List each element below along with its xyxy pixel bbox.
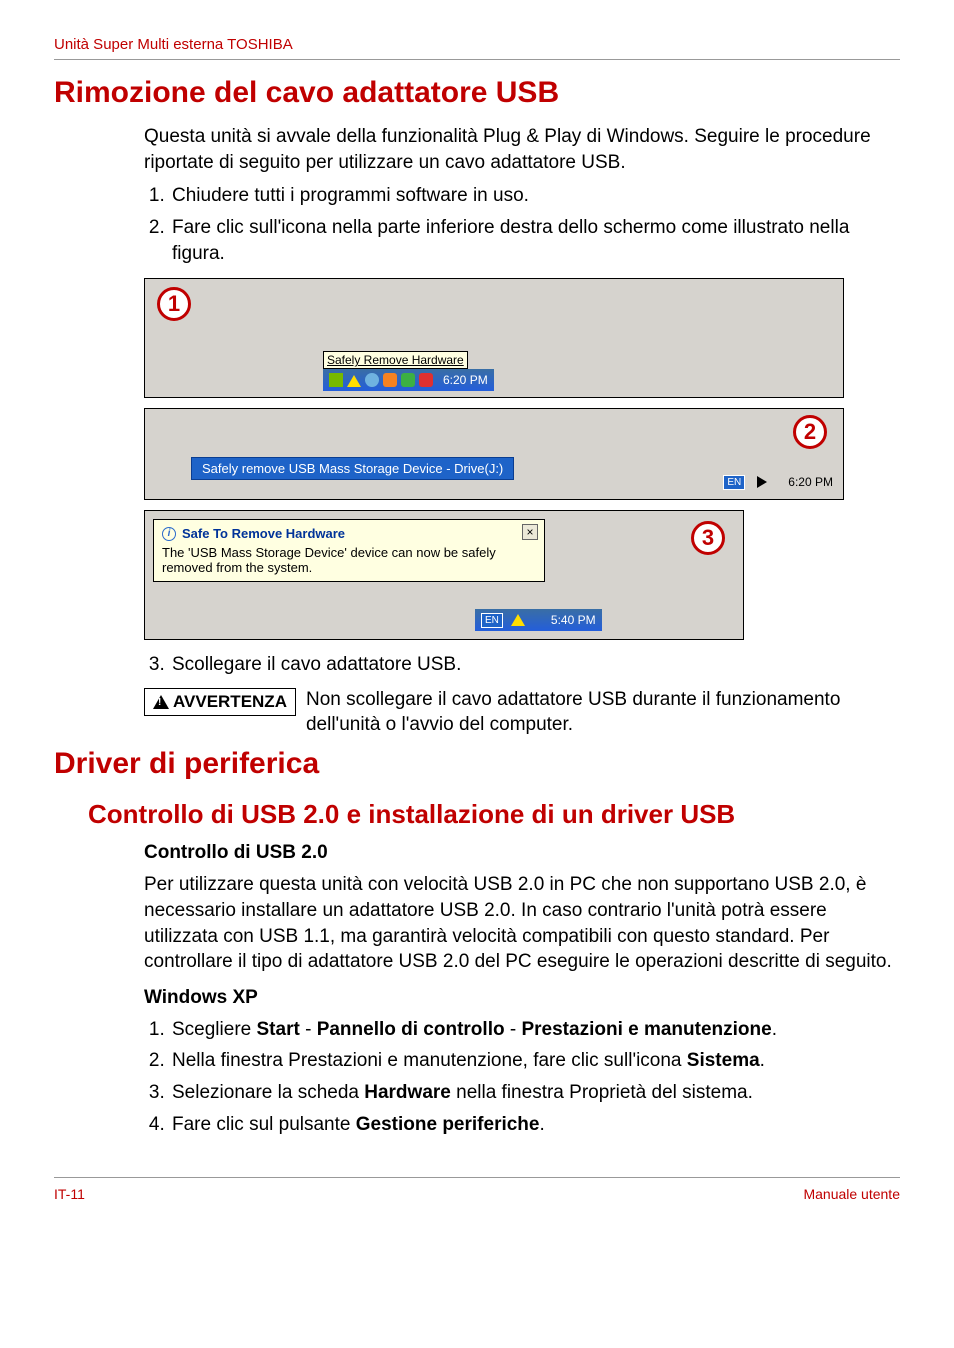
text: . [772, 1019, 777, 1040]
steps-list-a: Chiudere tutti i programmi software in u… [166, 183, 894, 266]
paragraph-check-usb20: Per utilizzare questa unità con velocità… [144, 872, 894, 975]
balloon-body: The 'USB Mass Storage Device' device can… [162, 545, 536, 575]
tray-icon [329, 373, 343, 387]
list-item: Selezionare la scheda Hardware nella fin… [170, 1080, 894, 1106]
screenshot-3: 3 × i Safe To Remove Hardware The 'USB M… [144, 510, 744, 640]
bold-term: Sistema [687, 1050, 760, 1071]
divider [54, 59, 900, 60]
text: Selezionare la scheda [172, 1082, 364, 1103]
subsection-title-usb20: Controllo di USB 2.0 e installazione di … [88, 799, 900, 830]
list-item: Scollegare il cavo adattatore USB. [170, 652, 894, 678]
warning-row: AVVERTENZA Non scollegare il cavo adatta… [144, 688, 900, 737]
document-header: Unità Super Multi esterna TOSHIBA [54, 36, 900, 53]
screenshot-2: 2 Safely remove USB Mass Storage Device … [144, 408, 844, 500]
text: nella finestra Proprietà del sistema. [451, 1082, 753, 1103]
bold-term: Prestazioni e manutenzione [521, 1019, 771, 1040]
text: . [760, 1050, 765, 1071]
callout-badge-2: 2 [793, 415, 827, 449]
list-item: Chiudere tutti i programmi software in u… [170, 183, 894, 209]
list-item: Scegliere Start - Pannello di controllo … [170, 1017, 894, 1043]
bold-term: Gestione periferiche [356, 1114, 540, 1135]
warning-label: AVVERTENZA [173, 692, 287, 712]
footer-doc-title: Manuale utente [803, 1186, 900, 1202]
screenshot-1: 1 Safely Remove Hardware 6:20 PM [144, 278, 844, 398]
section-title-usb-removal: Rimozione del cavo adattatore USB [54, 76, 900, 110]
tray-icon [757, 476, 767, 488]
bold-term: Pannello di controllo [317, 1019, 505, 1040]
warning-text: Non scollegare il cavo adattatore USB du… [306, 688, 900, 737]
tray-icon [383, 373, 397, 387]
screenshot-group: 1 Safely Remove Hardware 6:20 PM 2 Safel… [144, 278, 900, 640]
section-title-driver: Driver di periferica [54, 747, 900, 781]
balloon-title: Safe To Remove Hardware [182, 526, 345, 541]
xp-steps-list: Scegliere Start - Pannello di controllo … [166, 1017, 894, 1138]
system-tray: 6:20 PM [323, 369, 494, 391]
text: Nella finestra Prestazioni e manutenzion… [172, 1050, 687, 1071]
warning-label-box: AVVERTENZA [144, 688, 296, 716]
notification-balloon: × i Safe To Remove Hardware The 'USB Mas… [153, 519, 545, 582]
clock: 5:40 PM [551, 613, 596, 627]
clock: 6:20 PM [443, 373, 488, 387]
list-item: Nella finestra Prestazioni e manutenzion… [170, 1048, 894, 1074]
text: . [539, 1114, 544, 1135]
warning-icon [511, 614, 525, 626]
bold-term: Hardware [364, 1082, 451, 1103]
system-tray: EN 5:40 PM [475, 609, 602, 631]
warning-triangle-icon [153, 695, 169, 709]
list-item: Fare clic sul pulsante Gestione periferi… [170, 1112, 894, 1138]
heading-check-usb20: Controllo di USB 2.0 [144, 842, 894, 864]
clock: 6:20 PM [788, 475, 833, 489]
tray-icon [419, 373, 433, 387]
heading-windows-xp: Windows XP [144, 987, 894, 1009]
callout-badge-1: 1 [157, 287, 191, 321]
system-tray: EN 6:20 PM [723, 471, 833, 493]
page-footer: IT-11 Manuale utente [54, 1177, 900, 1202]
list-item: Fare clic sull'icona nella parte inferio… [170, 215, 894, 266]
text: Scegliere [172, 1019, 257, 1040]
text: - [505, 1019, 522, 1040]
context-menu-item[interactable]: Safely remove USB Mass Storage Device - … [191, 457, 514, 480]
bold-term: Start [257, 1019, 300, 1040]
tray-icon [365, 373, 379, 387]
close-icon[interactable]: × [522, 524, 538, 540]
intro-paragraph: Questa unità si avvale della funzionalit… [144, 124, 894, 175]
language-indicator: EN [723, 475, 745, 490]
callout-badge-3: 3 [691, 521, 725, 555]
info-icon: i [162, 527, 176, 541]
page-number: IT-11 [54, 1186, 85, 1202]
tooltip-safely-remove: Safely Remove Hardware [323, 351, 468, 369]
language-indicator: EN [481, 613, 503, 628]
text: Fare clic sul pulsante [172, 1114, 356, 1135]
warning-icon [347, 373, 361, 387]
steps-list-b: Scollegare il cavo adattatore USB. [166, 652, 894, 678]
safely-remove-icon[interactable] [401, 373, 415, 387]
text: - [300, 1019, 317, 1040]
